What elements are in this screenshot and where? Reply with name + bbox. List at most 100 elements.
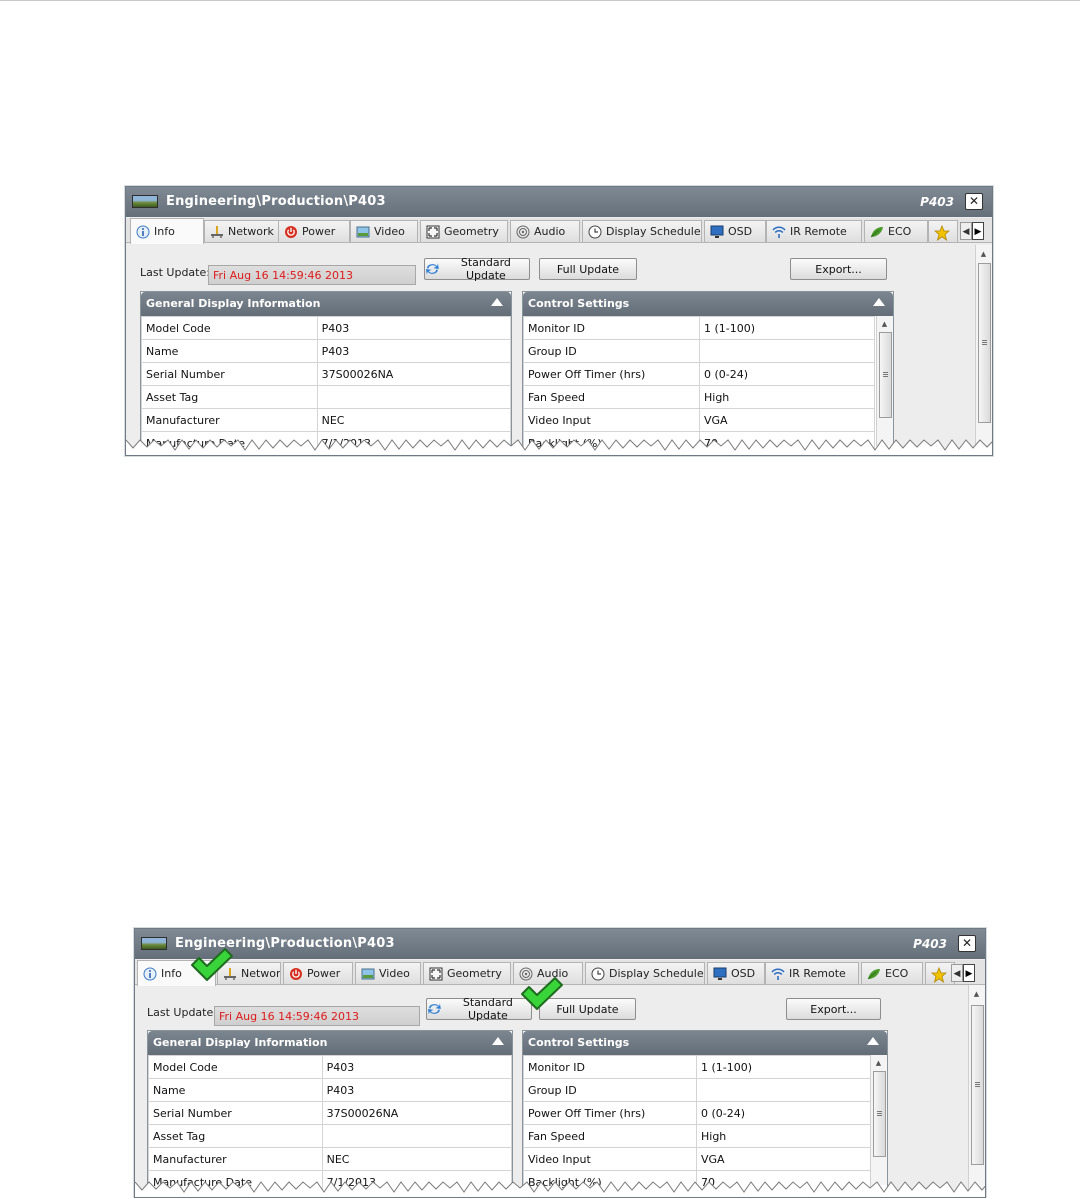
row-value[interactable]: [696, 1078, 871, 1102]
row-value[interactable]: VGA: [696, 1147, 871, 1171]
power-icon: [284, 225, 298, 239]
row-value[interactable]: P403: [321, 1078, 513, 1102]
collapse-icon[interactable]: [491, 298, 503, 306]
collapse-icon[interactable]: [492, 1037, 504, 1045]
collapse-icon[interactable]: [873, 298, 885, 306]
row-value[interactable]: NEC: [316, 408, 512, 432]
star-icon: [930, 966, 948, 983]
table-row[interactable]: Model Code P403: [141, 316, 512, 340]
tab-osd[interactable]: OSD: [704, 220, 766, 242]
table-row[interactable]: Serial Number 37S00026NA: [141, 362, 512, 386]
table-row[interactable]: Asset Tag: [148, 1124, 513, 1148]
table-row[interactable]: Group ID: [523, 339, 875, 363]
control-settings-header[interactable]: Control Settings: [523, 1031, 887, 1055]
tab-scroll-left-button[interactable]: ◀: [951, 964, 963, 982]
scroll-up-icon[interactable]: ▲: [976, 247, 991, 261]
tab-video[interactable]: Video: [350, 220, 418, 242]
tab-geometry[interactable]: Geometry: [420, 220, 508, 242]
scroll-up-icon[interactable]: ▲: [877, 317, 892, 331]
standard-update-button[interactable]: Standard Update: [426, 996, 532, 1022]
row-value[interactable]: NEC: [321, 1147, 513, 1171]
table-row[interactable]: Name P403: [148, 1078, 513, 1102]
top-divider: [0, 0, 1080, 1]
last-update-value: Fri Aug 16 14:59:46 2013: [213, 269, 353, 282]
panel-scroll-thumb[interactable]: [978, 263, 991, 423]
panel-scroll-thumb[interactable]: [971, 1005, 984, 1165]
control-settings-header[interactable]: Control Settings: [523, 292, 893, 316]
info-icon: [136, 225, 150, 239]
row-value[interactable]: 1 (1-100): [696, 1055, 871, 1079]
tab-ir-remote[interactable]: IR Remote: [765, 962, 859, 984]
row-label: Asset Tag: [148, 1124, 323, 1148]
table-row[interactable]: Fan Speed High: [523, 385, 875, 409]
general-info-header[interactable]: General Display Information: [141, 292, 511, 316]
row-value[interactable]: 37S00026NA: [321, 1101, 513, 1125]
tab-audio[interactable]: Audio: [510, 220, 580, 242]
table-row[interactable]: Video Input VGA: [523, 408, 875, 432]
tab-eco[interactable]: ECO: [864, 220, 928, 242]
tab-display-schedule[interactable]: Display Schedule: [582, 220, 702, 242]
table-row[interactable]: Monitor ID 1 (1-100): [523, 316, 875, 340]
tab-label: Geometry: [444, 225, 499, 238]
row-value[interactable]: 1 (1-100): [699, 316, 875, 340]
tab-power[interactable]: Power: [278, 220, 350, 242]
control-settings-scrollbar[interactable]: ▲: [870, 1055, 887, 1185]
table-row[interactable]: Model Code P403: [148, 1055, 513, 1079]
row-value[interactable]: P403: [316, 339, 512, 363]
control-settings-scrollbar[interactable]: ▲: [876, 316, 893, 446]
table-row[interactable]: Power Off Timer (hrs) 0 (0-24): [523, 1101, 871, 1125]
row-value[interactable]: 0 (0-24): [696, 1101, 871, 1125]
tab-geometry[interactable]: Geometry: [423, 962, 511, 984]
standard-update-button[interactable]: Standard Update: [424, 256, 530, 282]
scroll-up-icon[interactable]: ▲: [969, 987, 984, 1001]
row-value[interactable]: P403: [321, 1055, 513, 1079]
row-value[interactable]: [316, 385, 512, 409]
table-row[interactable]: Manufacturer NEC: [141, 408, 512, 432]
row-value[interactable]: 0 (0-24): [699, 362, 875, 386]
export-button[interactable]: Export...: [790, 258, 887, 280]
tab-eco[interactable]: ECO: [861, 962, 923, 984]
table-row[interactable]: Fan Speed High: [523, 1124, 871, 1148]
table-row[interactable]: Group ID: [523, 1078, 871, 1102]
table-row[interactable]: Monitor ID 1 (1-100): [523, 1055, 871, 1079]
tab-ir-remote[interactable]: IR Remote: [766, 220, 862, 242]
row-value[interactable]: 37S00026NA: [316, 362, 512, 386]
export-button[interactable]: Export...: [786, 998, 881, 1020]
row-value[interactable]: [699, 339, 875, 363]
control-settings-scroll-thumb[interactable]: [873, 1071, 886, 1157]
tab-info[interactable]: Info: [130, 218, 204, 244]
table-row[interactable]: Video Input VGA: [523, 1147, 871, 1171]
row-value[interactable]: High: [696, 1124, 871, 1148]
panel-vertical-scrollbar[interactable]: ▲: [968, 985, 985, 1197]
general-info-title: General Display Information: [146, 297, 321, 310]
panel-vertical-scrollbar[interactable]: ▲: [975, 245, 992, 455]
row-value[interactable]: [321, 1124, 513, 1148]
row-label: Manufacturer: [141, 408, 318, 432]
row-value[interactable]: P403: [316, 316, 512, 340]
table-row[interactable]: Manufacturer NEC: [148, 1147, 513, 1171]
table-row[interactable]: Asset Tag: [141, 385, 512, 409]
close-button[interactable]: ✕: [965, 193, 983, 210]
scroll-up-icon[interactable]: ▲: [871, 1056, 886, 1070]
table-row[interactable]: Serial Number 37S00026NA: [148, 1101, 513, 1125]
tab-power[interactable]: Power: [283, 962, 353, 984]
table-row[interactable]: Power Off Timer (hrs) 0 (0-24): [523, 362, 875, 386]
full-update-button[interactable]: Full Update: [539, 258, 637, 280]
tab-osd[interactable]: OSD: [707, 962, 765, 984]
general-info-header[interactable]: General Display Information: [148, 1031, 512, 1055]
tab-favorites[interactable]: [928, 220, 958, 242]
tab-video[interactable]: Video: [355, 962, 421, 984]
tab-display-schedule[interactable]: Display Schedule: [585, 962, 705, 984]
tab-network[interactable]: Network: [204, 220, 288, 242]
control-settings-scroll-thumb[interactable]: [879, 332, 892, 418]
close-button[interactable]: ✕: [958, 935, 976, 952]
tab-scroll-right-button[interactable]: ▶: [963, 964, 975, 982]
row-value[interactable]: High: [699, 385, 875, 409]
tab-scroll-left-button[interactable]: ◀: [960, 222, 972, 240]
collapse-icon[interactable]: [867, 1037, 879, 1045]
table-row[interactable]: Name P403: [141, 339, 512, 363]
tab-label: Video: [374, 225, 405, 238]
tab-label: Audio: [534, 225, 566, 238]
row-value[interactable]: VGA: [699, 408, 875, 432]
tab-scroll-right-button[interactable]: ▶: [972, 222, 984, 240]
